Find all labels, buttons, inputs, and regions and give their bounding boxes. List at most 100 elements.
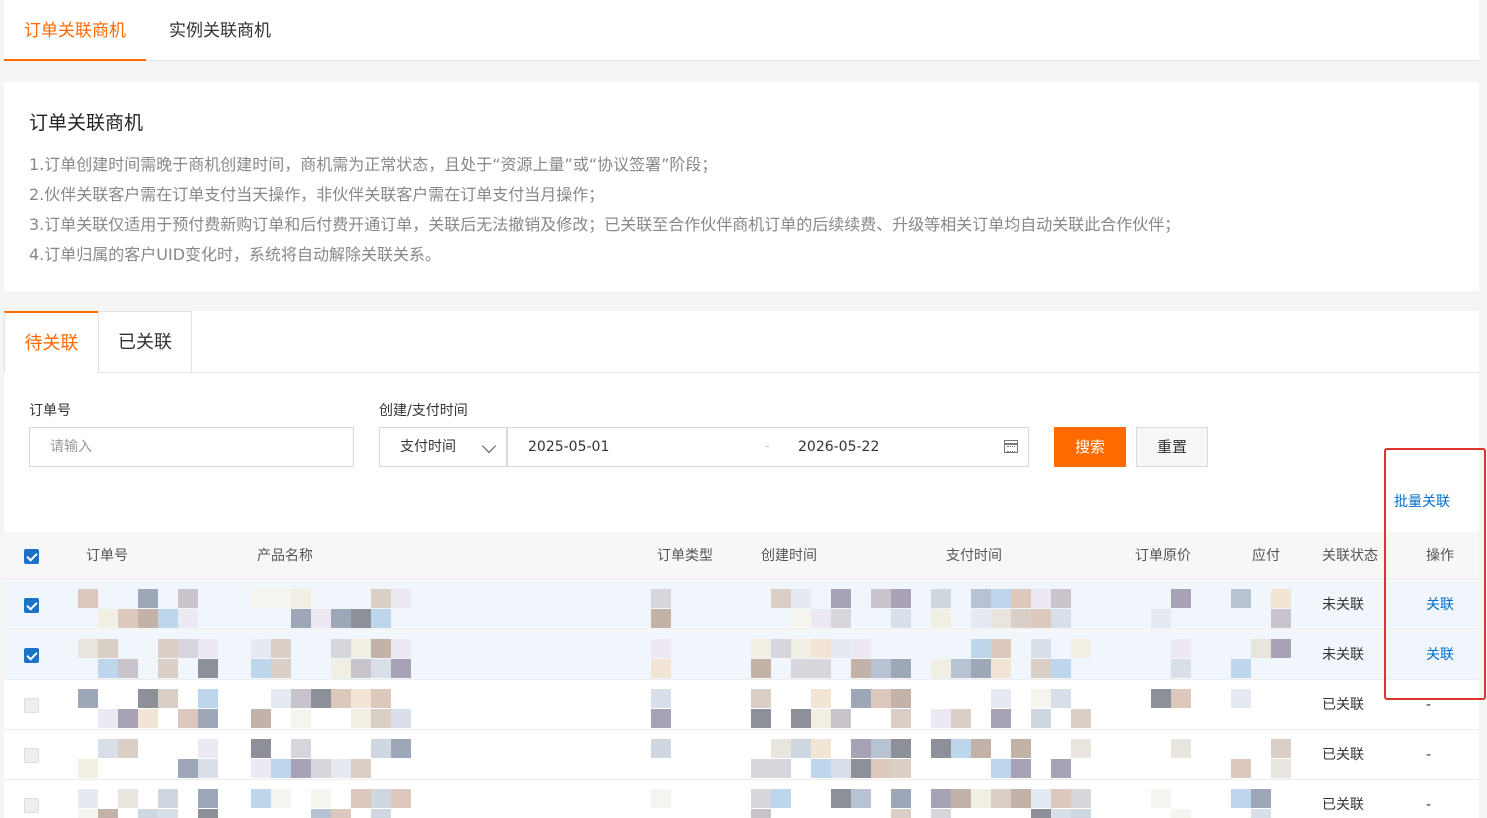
redaction-pixel xyxy=(1011,589,1031,608)
highlight-box xyxy=(1384,448,1486,700)
row-status: 未关联 xyxy=(1322,647,1364,663)
redaction-pixel xyxy=(971,639,991,658)
redaction-pixel xyxy=(891,759,911,778)
redaction-pixel xyxy=(951,739,971,758)
redaction-pixel xyxy=(78,789,98,808)
redaction-pixel xyxy=(371,709,391,728)
reset-button[interactable]: 重置 xyxy=(1136,427,1208,467)
redaction-pixel xyxy=(98,659,118,678)
row-checkbox[interactable] xyxy=(24,648,39,663)
redaction-pixel xyxy=(251,659,271,678)
redaction-pixel xyxy=(1071,789,1091,808)
redaction-pixel xyxy=(391,589,411,608)
redaction-pixel xyxy=(1031,609,1051,628)
redaction-pixel xyxy=(1231,789,1251,808)
redaction-pixel xyxy=(1031,789,1051,808)
redaction-pixel xyxy=(811,759,831,778)
redaction-pixel xyxy=(391,789,411,808)
redaction-pixel xyxy=(78,759,98,778)
redaction-pixel xyxy=(291,609,311,628)
select-all-checkbox[interactable] xyxy=(24,549,39,564)
redaction-pixel xyxy=(371,639,391,658)
date-range-picker[interactable]: 2025-05-01 - 2026-05-22 xyxy=(507,427,1029,467)
tab-order-opportunity[interactable]: 订单关联商机 xyxy=(4,0,146,61)
tab-instance-opportunity[interactable]: 实例关联商机 xyxy=(149,0,291,61)
redaction-pixel xyxy=(1171,659,1191,678)
redaction-pixel xyxy=(158,789,178,808)
redaction-pixel xyxy=(931,709,951,728)
row-status: 未关联 xyxy=(1322,597,1364,613)
col-order-no: 订单号 xyxy=(86,548,128,564)
redaction-pixel xyxy=(331,609,351,628)
redaction-pixel xyxy=(1051,759,1071,778)
redaction-pixel xyxy=(251,739,271,758)
col-product-name: 产品名称 xyxy=(257,548,313,564)
time-type-select[interactable]: 支付时间 xyxy=(379,427,507,467)
tab-linked[interactable]: 已关联 xyxy=(98,311,192,373)
order-no-input[interactable]: 请输入 xyxy=(29,427,354,467)
redaction-pixel xyxy=(651,589,671,608)
search-button[interactable]: 搜索 xyxy=(1054,427,1126,467)
redaction-pixel xyxy=(751,759,771,778)
redaction-pixel xyxy=(831,789,851,808)
redaction-pixel xyxy=(1271,589,1291,608)
redaction-pixel xyxy=(1031,809,1051,818)
redaction-pixel xyxy=(1051,609,1071,628)
redaction-pixel xyxy=(1051,659,1071,678)
redaction-pixel xyxy=(1171,689,1191,708)
redaction-pixel xyxy=(1271,759,1291,778)
redaction-pixel xyxy=(1171,809,1191,818)
redaction-pixel xyxy=(831,609,851,628)
redaction-pixel xyxy=(351,639,371,658)
redaction-pixel xyxy=(771,789,791,808)
redaction-pixel xyxy=(871,739,891,758)
redaction-pixel xyxy=(138,609,158,628)
redaction-pixel xyxy=(1151,789,1171,808)
notice-rule-2: 2.伙伴关联客户需在订单支付当天操作，非伙伴关联客户需在订单支付当月操作； xyxy=(29,185,605,204)
calendar-icon[interactable] xyxy=(1004,440,1018,453)
redaction-pixel xyxy=(811,659,831,678)
redaction-pixel xyxy=(391,639,411,658)
redaction-pixel xyxy=(791,659,811,678)
redaction-pixel xyxy=(291,689,311,708)
row-checkbox xyxy=(24,698,39,713)
row-status: 已关联 xyxy=(1322,797,1364,813)
end-date: 2026-05-22 xyxy=(798,439,880,455)
tab-pending[interactable]: 待关联 xyxy=(4,311,99,374)
redaction-pixel xyxy=(1251,789,1271,808)
redaction-pixel xyxy=(158,659,178,678)
redaction-pixel xyxy=(158,609,178,628)
redaction-pixel xyxy=(198,759,218,778)
redaction-pixel xyxy=(1231,759,1251,778)
redaction-pixel xyxy=(891,809,911,818)
redaction-pixel xyxy=(291,739,311,758)
redaction-pixel xyxy=(751,789,771,808)
redaction-pixel xyxy=(791,709,811,728)
col-paid-time: 支付时间 xyxy=(946,548,1002,564)
redaction-pixel xyxy=(971,609,991,628)
redaction-pixel xyxy=(1031,689,1051,708)
redaction-pixel xyxy=(791,609,811,628)
row-checkbox[interactable] xyxy=(24,598,39,613)
redaction-pixel xyxy=(118,609,138,628)
redaction-pixel xyxy=(771,739,791,758)
redaction-pixel xyxy=(251,639,271,658)
col-created-time: 创建时间 xyxy=(761,548,817,564)
redaction-pixel xyxy=(351,759,371,778)
redaction-pixel xyxy=(991,689,1011,708)
redaction-pixel xyxy=(331,759,351,778)
redaction-pixel xyxy=(331,809,351,818)
redaction-pixel xyxy=(371,609,391,628)
redaction-pixel xyxy=(951,789,971,808)
redaction-pixel xyxy=(198,659,218,678)
top-tab-bar: 订单关联商机 实例关联商机 xyxy=(4,0,1479,61)
redaction-pixel xyxy=(851,739,871,758)
redaction-pixel xyxy=(1051,589,1071,608)
redaction-pixel xyxy=(831,589,851,608)
row-checkbox xyxy=(24,798,39,813)
redaction-pixel xyxy=(1271,639,1291,658)
redaction-pixel xyxy=(1071,739,1091,758)
redaction-pixel xyxy=(118,659,138,678)
redaction-pixel xyxy=(271,759,291,778)
redaction-pixel xyxy=(891,689,911,708)
